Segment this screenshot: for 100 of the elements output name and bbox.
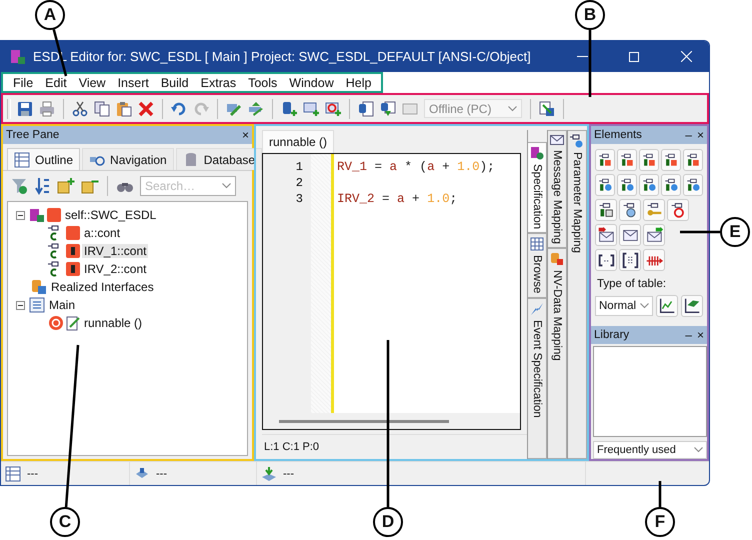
- side-tab[interactable]: Parameter Mapping: [568, 130, 587, 459]
- scissors-icon[interactable]: [72, 100, 88, 116]
- side-tab[interactable]: Browse: [528, 233, 547, 298]
- close-button[interactable]: ×: [696, 328, 704, 342]
- lightning-icon: [530, 302, 544, 316]
- leader-line: [658, 481, 662, 507]
- caret-icon: [694, 447, 703, 453]
- runnable-icon: [48, 315, 80, 331]
- close-button[interactable]: ×: [242, 128, 249, 142]
- menu-item[interactable]: Help: [340, 76, 378, 90]
- callout-label: B: [575, 0, 605, 30]
- side-tab[interactable]: Event Specification: [528, 298, 547, 459]
- port-box-button[interactable]: [595, 199, 617, 221]
- port-circle-button[interactable]: [639, 174, 659, 196]
- tree-item[interactable]: Realized Interfaces: [49, 280, 156, 294]
- side-tab[interactable]: Message Mapping: [548, 130, 567, 248]
- caret-icon: [640, 303, 649, 309]
- collapse-toggle[interactable]: [16, 300, 25, 310]
- mail-out-button[interactable]: [643, 224, 665, 246]
- callout-label: C: [50, 507, 80, 537]
- collapse-toggle[interactable]: [16, 210, 25, 220]
- menu-item[interactable]: Extras: [194, 76, 242, 90]
- line-chart-button[interactable]: [656, 295, 678, 317]
- tree-item[interactable]: self::SWC_ESDL: [63, 208, 158, 222]
- compile-icon[interactable]: [539, 100, 555, 116]
- scrollbar-thumb[interactable]: [279, 420, 449, 422]
- port-circle-button[interactable]: [683, 174, 703, 196]
- table-type-dropdown[interactable]: Normal: [595, 296, 653, 316]
- callout-label: A: [35, 0, 65, 30]
- copy-icon[interactable]: [94, 100, 110, 116]
- caret-icon: [222, 183, 231, 189]
- pencil-icon[interactable]: [248, 100, 264, 116]
- status-text: ---: [27, 468, 38, 480]
- add-icon[interactable]: [325, 100, 341, 116]
- document-icon[interactable]: [358, 100, 374, 116]
- add-icon[interactable]: [281, 100, 297, 116]
- delete-icon[interactable]: [138, 100, 154, 116]
- sort-icon[interactable]: [35, 177, 51, 195]
- port-circle-button[interactable]: [595, 174, 615, 196]
- minimize-button[interactable]: –: [685, 328, 692, 342]
- leader-line: [680, 230, 720, 234]
- port-square-button[interactable]: [595, 149, 615, 171]
- minimize-icon[interactable]: [576, 56, 588, 57]
- pane-title: Tree Pane: [6, 129, 60, 141]
- outline-icon: [14, 152, 30, 168]
- menu-item[interactable]: Edit: [39, 76, 73, 90]
- port-circle-button[interactable]: [617, 174, 637, 196]
- document-icon[interactable]: [380, 100, 396, 116]
- port-square-button[interactable]: [683, 149, 703, 171]
- pane-tab[interactable]: Navigation: [82, 148, 174, 170]
- close-icon[interactable]: [680, 51, 692, 62]
- mail-button[interactable]: [619, 224, 641, 246]
- save-icon[interactable]: [17, 100, 33, 116]
- tree-item[interactable]: IRV_2::cont: [82, 262, 148, 276]
- menu-item[interactable]: Insert: [112, 76, 155, 90]
- pane-tab[interactable]: Database: [176, 148, 262, 170]
- add-folder-icon[interactable]: [57, 177, 75, 195]
- mail-in-button[interactable]: [595, 224, 617, 246]
- filter-icon[interactable]: [11, 177, 29, 195]
- port-circle-button[interactable]: [661, 174, 681, 196]
- line-number: 2: [294, 176, 303, 192]
- bracket-button[interactable]: [595, 249, 617, 271]
- undo-icon[interactable]: [171, 100, 187, 116]
- close-button[interactable]: ×: [696, 128, 704, 142]
- clock-button[interactable]: [619, 199, 641, 221]
- library-filter-dropdown[interactable]: Frequently used: [593, 441, 707, 459]
- menu-item[interactable]: File: [7, 76, 40, 90]
- maximize-icon[interactable]: [629, 52, 639, 62]
- tree-item[interactable]: a::cont: [82, 226, 122, 240]
- menu-item[interactable]: Tools: [242, 76, 284, 90]
- leader-line: [588, 30, 592, 97]
- interfaces-icon: [31, 279, 47, 295]
- status-text: ---: [283, 468, 294, 480]
- side-tab[interactable]: Specification: [528, 142, 547, 234]
- callout-label: D: [373, 507, 403, 537]
- port-square-button[interactable]: [617, 149, 637, 171]
- table-type-label: Type of table:: [596, 277, 668, 292]
- editor-tab[interactable]: runnable (): [262, 130, 334, 153]
- surface-chart-button[interactable]: [681, 295, 703, 317]
- code-editor[interactable]: 1 2 3 RV_1 = a * (a + 1.0); IRV_2 = a + 1.0;: [262, 153, 521, 430]
- add-icon[interactable]: [303, 100, 319, 116]
- menu-item[interactable]: Build: [154, 76, 195, 90]
- pane-tab[interactable]: Outline: [7, 148, 80, 170]
- target-button[interactable]: [667, 199, 689, 221]
- key-button[interactable]: [643, 199, 665, 221]
- code-line: IRV_2 = a + 1.0;: [337, 192, 458, 206]
- port-square-button[interactable]: [661, 149, 681, 171]
- paste-icon[interactable]: [116, 100, 132, 116]
- comb-button[interactable]: [643, 249, 665, 271]
- port-square-button[interactable]: [639, 149, 659, 171]
- menu-item[interactable]: Window: [283, 76, 340, 90]
- menu-item[interactable]: View: [72, 76, 112, 90]
- print-icon[interactable]: [39, 100, 55, 116]
- tree-item[interactable]: Main: [47, 298, 78, 312]
- component-icon: [530, 146, 544, 160]
- tree-item[interactable]: IRV_1::cont: [82, 244, 148, 258]
- matrix-button[interactable]: [619, 249, 641, 271]
- tree-item[interactable]: runnable (): [82, 316, 144, 330]
- minimize-button[interactable]: –: [685, 128, 692, 142]
- side-tab[interactable]: NV-Data Mapping: [548, 248, 567, 459]
